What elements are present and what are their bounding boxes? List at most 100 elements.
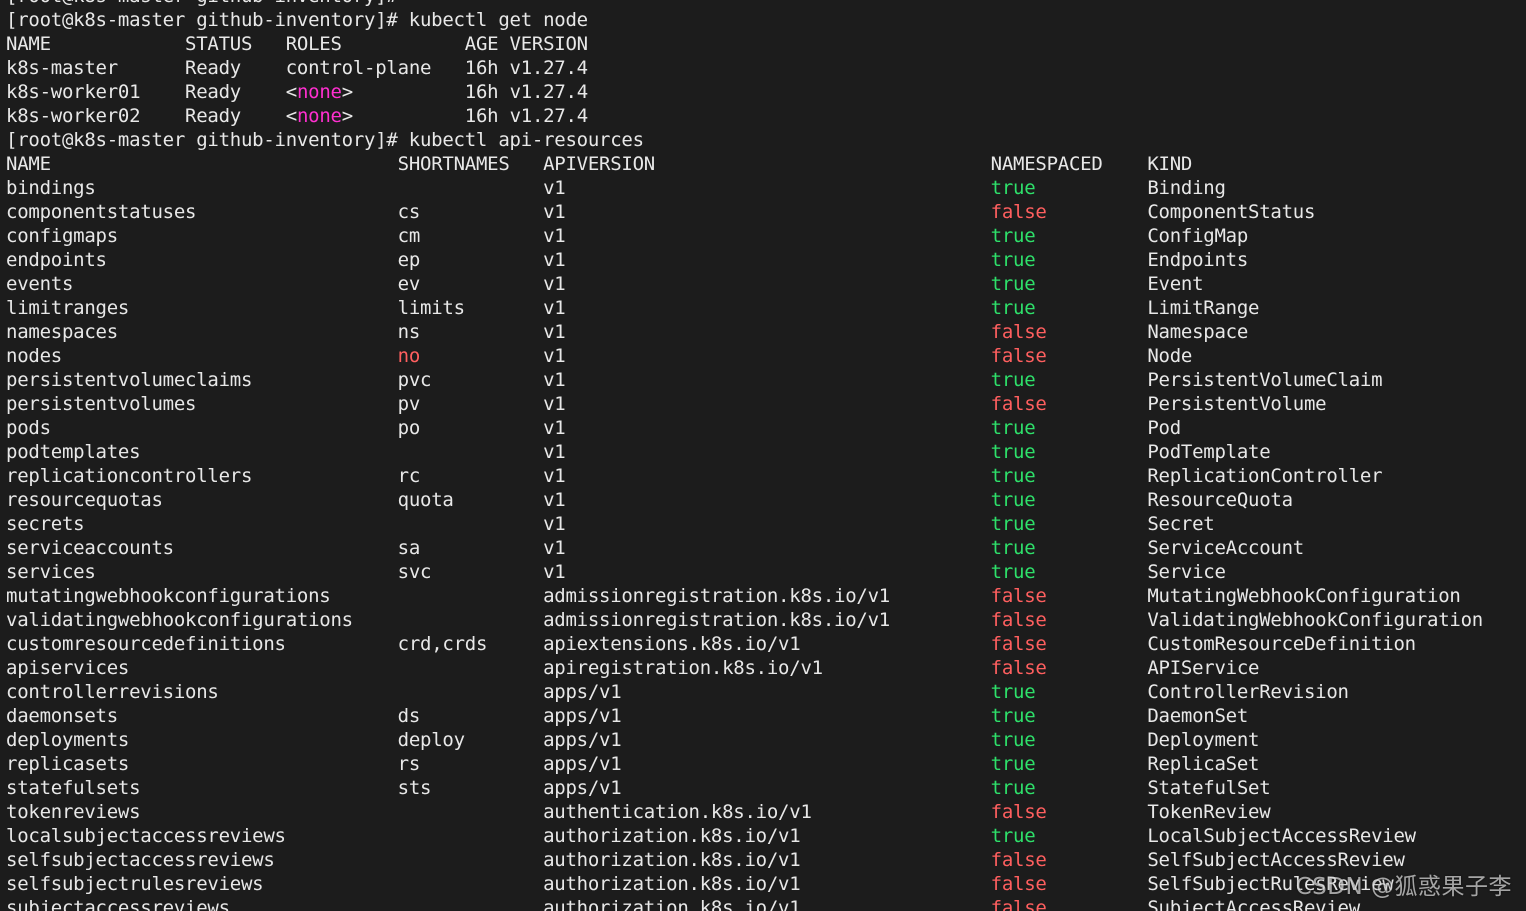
cell-text: apps/v1 xyxy=(543,753,991,775)
cell-text: NAME xyxy=(6,33,186,55)
table-row: serviceaccounts sa v1 true ServiceAccoun… xyxy=(0,536,1526,560)
cell-text: true xyxy=(990,825,1148,847)
table-row: apiservices apiregistration.k8s.io/v1 fa… xyxy=(0,656,1526,680)
cell-text xyxy=(398,681,543,703)
cell-text: Deployment xyxy=(1147,729,1260,751)
cell-text: true xyxy=(990,369,1148,391)
cell-text: false xyxy=(990,321,1148,343)
cell-text: apps/v1 xyxy=(543,729,991,751)
table-row: selfsubjectrulesreviews authorization.k8… xyxy=(0,872,1526,896)
cell-text: authorization.k8s.io/v1 xyxy=(543,897,991,911)
cell-text: persistentvolumeclaims xyxy=(6,369,398,391)
cell-text: true xyxy=(990,681,1148,703)
cell-text: v1 xyxy=(543,321,991,343)
cell-text: authorization.k8s.io/v1 xyxy=(543,849,991,871)
table-row: persistentvolumes pv v1 false Persistent… xyxy=(0,392,1526,416)
cell-text: selfsubjectrulesreviews xyxy=(6,873,398,895)
cell-text: Node xyxy=(1147,345,1193,367)
cell-text: deployments xyxy=(6,729,398,751)
cell-text: false xyxy=(990,345,1148,367)
table-row: mutatingwebhookconfigurations admissionr… xyxy=(0,584,1526,608)
cell-text: false xyxy=(990,873,1148,895)
cell-text: limits xyxy=(397,297,544,319)
table-row: secrets v1 true Secret xyxy=(0,512,1526,536)
cell-text: apiregistration.k8s.io/v1 xyxy=(543,657,991,679)
table-row: pods po v1 true Pod xyxy=(0,416,1526,440)
terminal-window[interactable]: [root@k8s-master github-inventory]# [root… xyxy=(0,0,1526,911)
cell-text: true xyxy=(990,537,1148,559)
table-row: daemonsets ds apps/v1 true DaemonSet xyxy=(0,704,1526,728)
cell-text: CustomResourceDefinition xyxy=(1147,633,1416,655)
cell-text xyxy=(398,873,543,895)
cell-text: AGE xyxy=(464,33,510,55)
cell-text: 16h xyxy=(464,57,510,79)
terminal-screen[interactable]: [root@k8s-master github-inventory]# [root… xyxy=(0,0,1526,911)
cell-text: localsubjectaccessreviews xyxy=(6,825,398,847)
table-row: configmaps cm v1 true ConfigMap xyxy=(0,224,1526,248)
cell-text: StatefulSet xyxy=(1147,777,1271,799)
cell-text: bindings xyxy=(6,177,398,199)
cell-text: APIVERSION xyxy=(543,153,991,175)
cell-text: v1 xyxy=(543,561,991,583)
table-row: podtemplates v1 true PodTemplate xyxy=(0,440,1526,464)
cell-text: true xyxy=(990,417,1148,439)
cell-text: selfsubjectaccessreviews xyxy=(6,849,398,871)
cell-text: replicationcontrollers xyxy=(6,465,398,487)
table-row: endpoints ep v1 true Endpoints xyxy=(0,248,1526,272)
cell-text xyxy=(398,585,543,607)
cell-text: svc xyxy=(397,561,544,583)
table-row: resourcequotas quota v1 true ResourceQuo… xyxy=(0,488,1526,512)
cell-text: none xyxy=(296,81,342,103)
cell-text: SelfSubjectRulesReview xyxy=(1147,873,1394,895)
cell-text: apps/v1 xyxy=(543,777,991,799)
cell-text: Ready xyxy=(185,105,286,127)
command-line: [root@k8s-master github-inventory]# kube… xyxy=(0,8,1526,32)
cell-text: < xyxy=(285,81,297,103)
cell-text: rc xyxy=(397,465,544,487)
cell-text: pv xyxy=(397,393,544,415)
table-row: componentstatuses cs v1 false ComponentS… xyxy=(0,200,1526,224)
cell-text: apiextensions.k8s.io/v1 xyxy=(543,633,991,655)
cell-text: mutatingwebhookconfigurations xyxy=(6,585,398,607)
cell-text: Secret xyxy=(1147,513,1215,535)
cell-text: false xyxy=(990,201,1148,223)
cell-text: STATUS xyxy=(185,33,286,55)
cell-text: ValidatingWebhookConfiguration xyxy=(1147,609,1483,631)
cell-text: [root@k8s-master github-inventory]# xyxy=(6,0,398,7)
table-row: controllerrevisions apps/v1 true Control… xyxy=(0,680,1526,704)
table-row: replicasets rs apps/v1 true ReplicaSet xyxy=(0,752,1526,776)
cell-text: v1.27.4 xyxy=(509,105,589,127)
cell-text: true xyxy=(990,249,1148,271)
cell-text: false xyxy=(990,897,1148,911)
cell-text: false xyxy=(990,393,1148,415)
cell-text: persistentvolumes xyxy=(6,393,398,415)
table-row: k8s-worker01 Ready <none> 16h v1.27.4 xyxy=(0,80,1526,104)
cell-text: false xyxy=(990,633,1148,655)
cell-text: Ready xyxy=(185,81,286,103)
cell-text: apps/v1 xyxy=(543,681,991,703)
cell-text: v1 xyxy=(543,537,991,559)
table-row: selfsubjectaccessreviews authorization.k… xyxy=(0,848,1526,872)
cell-text: LocalSubjectAccessReview xyxy=(1147,825,1416,847)
cell-text: SelfSubjectAccessReview xyxy=(1147,849,1405,871)
cell-text: customresourcedefinitions xyxy=(6,633,398,655)
cell-text: cm xyxy=(397,225,544,247)
cell-text: true xyxy=(990,705,1148,727)
cell-text: false xyxy=(990,585,1148,607)
prompt-line-partial: [root@k8s-master github-inventory]# xyxy=(0,0,1526,8)
cell-text: po xyxy=(397,417,544,439)
cell-text: false xyxy=(990,609,1148,631)
cell-text: crd,crds xyxy=(397,633,544,655)
cell-text: v1 xyxy=(543,345,991,367)
cell-text: VERSION xyxy=(509,33,589,55)
cell-text: rs xyxy=(397,753,544,775)
cell-text: SHORTNAMES xyxy=(397,153,544,175)
cell-text: v1 xyxy=(543,393,991,415)
cell-text: authentication.k8s.io/v1 xyxy=(543,801,991,823)
cell-text: NAMESPACED xyxy=(990,153,1148,175)
table-row: localsubjectaccessreviews authorization.… xyxy=(0,824,1526,848)
cell-text: v1.27.4 xyxy=(509,57,589,79)
cell-text xyxy=(398,609,543,631)
table-row: events ev v1 true Event xyxy=(0,272,1526,296)
table-row: validatingwebhookconfigurations admissio… xyxy=(0,608,1526,632)
